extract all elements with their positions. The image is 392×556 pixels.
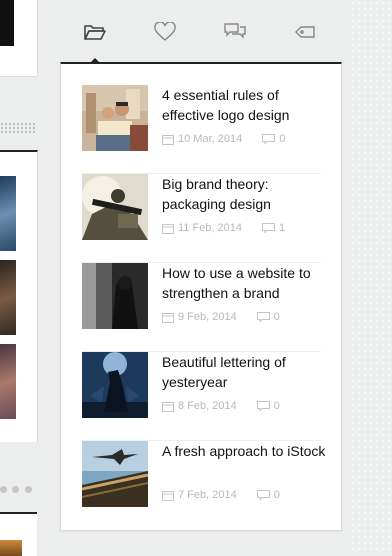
post-title[interactable]: 4 essential rules of effective logo desi…	[162, 85, 327, 125]
folder-icon	[84, 25, 106, 40]
post-meta: 8 Feb, 2014 0	[162, 400, 280, 412]
left-card-image	[0, 0, 14, 46]
post-thumbnail[interactable]	[82, 263, 148, 329]
post-item[interactable]: A fresh approach to iStock 7 Feb, 2014 0	[82, 441, 325, 530]
post-date: 10 Mar, 2014	[178, 133, 243, 145]
post-title[interactable]: How to use a website to strengthen a bra…	[162, 263, 327, 303]
comment-icon	[256, 312, 270, 322]
post-date: 8 Feb, 2014	[178, 400, 237, 412]
left-card-top	[0, 0, 38, 77]
left-pager-dots[interactable]	[0, 486, 37, 494]
comment-count: 1	[279, 222, 286, 234]
calendar-icon	[162, 401, 174, 412]
post-date: 9 Feb, 2014	[178, 311, 237, 323]
comment-icon	[256, 401, 270, 411]
calendar-icon	[162, 134, 174, 145]
post-comments[interactable]: 0	[256, 489, 280, 501]
left-column-partial	[0, 0, 40, 556]
post-title[interactable]: Beautiful lettering of yesteryear	[162, 352, 327, 392]
post-thumbnail[interactable]	[82, 352, 148, 418]
left-divider-pattern	[0, 122, 37, 134]
left-card-bottom	[0, 512, 37, 556]
calendar-icon	[162, 312, 174, 323]
post-item[interactable]: 4 essential rules of effective logo desi…	[82, 85, 321, 174]
tab-tags[interactable]	[285, 22, 325, 56]
comment-icon	[262, 134, 276, 144]
pager-dot[interactable]	[12, 486, 19, 493]
comment-count: 0	[279, 133, 286, 145]
post-comments[interactable]: 0	[262, 133, 285, 145]
post-title[interactable]: Big brand theory: packaging design	[162, 174, 327, 214]
pager-dot[interactable]	[25, 486, 32, 493]
chat-icon	[224, 23, 246, 39]
post-comments[interactable]: 0	[256, 311, 280, 323]
left-thumb-1[interactable]	[0, 176, 16, 251]
post-thumbnail[interactable]	[82, 441, 148, 507]
posts-panel: 4 essential rules of effective logo desi…	[60, 62, 342, 531]
left-thumb-2[interactable]	[0, 260, 16, 335]
warrior-photo-icon	[82, 352, 148, 418]
post-item[interactable]: Big brand theory: packaging design 11 Fe…	[82, 174, 321, 263]
travelers-photo-icon	[82, 85, 148, 151]
post-date: 11 Feb, 2014	[178, 222, 243, 234]
comment-count: 0	[273, 311, 280, 323]
comment-icon	[262, 223, 276, 233]
left-thumb-3[interactable]	[0, 344, 16, 419]
post-date: 7 Feb, 2014	[178, 489, 237, 501]
soldier-photo-icon	[82, 174, 148, 240]
post-meta: 7 Feb, 2014 0	[162, 489, 280, 501]
comment-count: 0	[273, 400, 280, 412]
post-meta: 10 Mar, 2014 0	[162, 133, 285, 145]
post-comments[interactable]: 0	[256, 400, 280, 412]
left-card-list	[0, 150, 38, 442]
post-item[interactable]: How to use a website to strengthen a bra…	[82, 263, 321, 352]
post-thumbnail[interactable]	[82, 174, 148, 240]
calendar-icon	[162, 223, 174, 234]
tab-recent[interactable]	[75, 22, 115, 64]
heart-icon	[154, 22, 176, 41]
post-title[interactable]: A fresh approach to iStock	[162, 441, 327, 461]
comment-count: 0	[273, 489, 280, 501]
post-meta: 11 Feb, 2014 1	[162, 222, 285, 234]
post-item[interactable]: Beautiful lettering of yesteryear 8 Feb,…	[82, 352, 321, 441]
post-meta: 9 Feb, 2014 0	[162, 311, 280, 323]
post-comments[interactable]: 1	[262, 222, 285, 234]
tabbed-posts-widget: 4 essential rules of effective logo desi…	[60, 0, 342, 531]
background-texture	[350, 0, 392, 554]
hooded-figure-photo-icon	[82, 263, 148, 329]
post-thumbnail[interactable]	[82, 85, 148, 151]
pager-dot[interactable]	[0, 486, 7, 493]
airplane-photo-icon	[82, 441, 148, 507]
calendar-icon	[162, 490, 174, 501]
tab-comments[interactable]	[215, 22, 255, 56]
comment-icon	[256, 490, 270, 500]
tab-popular[interactable]	[145, 22, 185, 56]
tag-icon	[295, 26, 315, 38]
widget-tabs	[60, 0, 342, 64]
